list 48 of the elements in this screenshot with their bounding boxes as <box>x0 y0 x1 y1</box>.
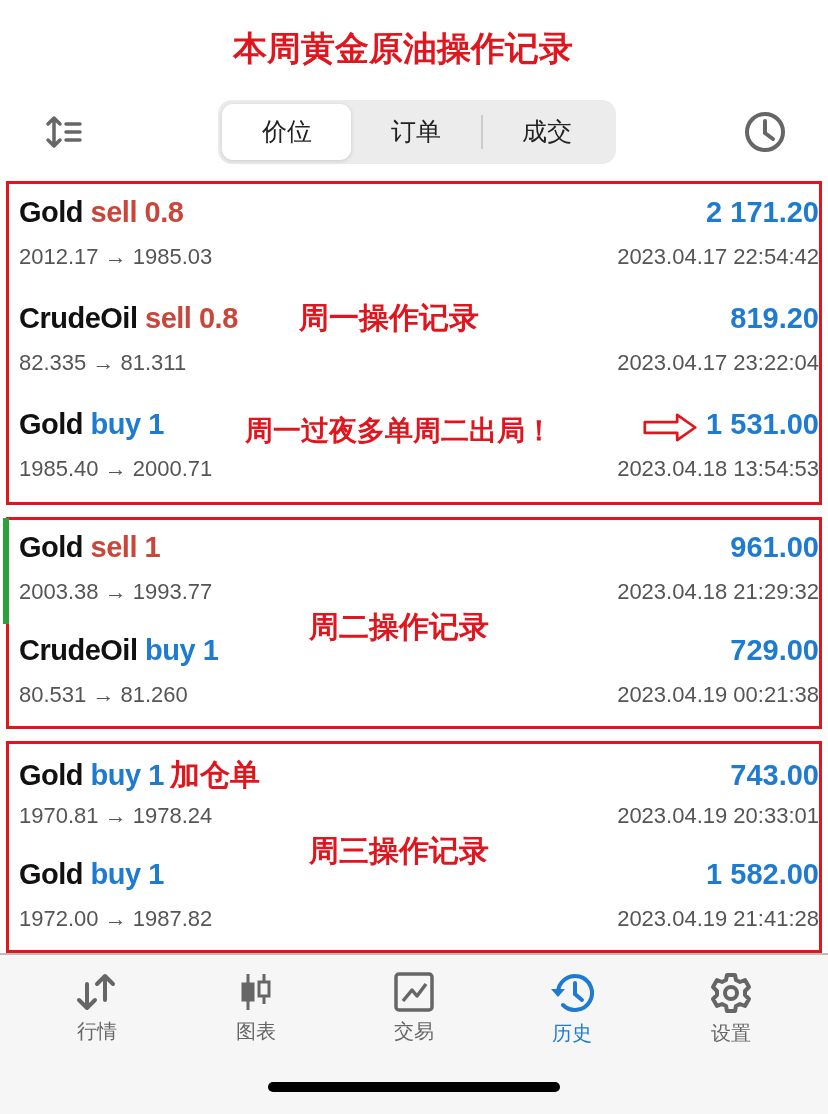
trade-title: Gold buy 1 <box>19 857 164 891</box>
nav-tab[interactable]: 图表 <box>200 971 311 1049</box>
annotation-text: 加仓单 <box>169 755 260 794</box>
profit-value: 1 531.00 <box>706 408 819 442</box>
page-title: 本周黄金原油操作记录 <box>231 27 574 70</box>
tab[interactable]: 价位 <box>222 103 352 160</box>
price-range: 2012.17 → 1985.03 <box>19 244 213 272</box>
price-range: 2003.38 → 1993.77 <box>19 578 213 606</box>
trade-time: 2023.04.18 13:54:53 <box>617 456 819 484</box>
annotation-text: 周二操作记录 <box>309 608 489 647</box>
trend-chart-icon <box>393 972 434 1013</box>
arrow-icon <box>643 412 697 444</box>
trade-time: 2023.04.19 00:21:38 <box>617 681 819 709</box>
price-range: 1985.40 → 2000.71 <box>19 456 213 484</box>
clock-icon[interactable] <box>744 110 786 153</box>
profit-value: 819.20 <box>730 302 819 336</box>
tab[interactable]: 成交 <box>482 103 612 160</box>
profit-value: 961.00 <box>730 530 819 564</box>
trade-title: Gold sell 0.8 <box>19 196 184 230</box>
annotation-text: 周一过夜多单周二出局！ <box>245 413 553 450</box>
profit-value: 1 582.00 <box>706 857 819 891</box>
profit-value: 2 171.20 <box>706 196 819 230</box>
trade-title: Gold sell 1 <box>19 530 161 564</box>
trade-title: Gold buy 1 <box>19 758 164 792</box>
nav-tab[interactable]: 历史 <box>517 971 628 1049</box>
price-range: 1970.81 → 1978.24 <box>19 802 213 830</box>
history-icon <box>550 972 595 1015</box>
trade-time: 2023.04.19 20:33:01 <box>617 802 819 830</box>
trade-title: Gold buy 1 <box>19 408 164 442</box>
trade-time: 2023.04.17 22:54:42 <box>617 244 819 272</box>
settings-icon <box>709 972 752 1015</box>
nav-tab[interactable]: 交易 <box>358 971 469 1049</box>
trade-time: 2023.04.19 21:41:28 <box>617 905 819 933</box>
profit-value: 729.00 <box>730 633 819 667</box>
trade-time: 2023.04.18 21:29:32 <box>617 578 819 606</box>
profit-value: 743.00 <box>730 758 819 792</box>
price-range: 82.335 → 81.311 <box>19 350 187 378</box>
nav-tab[interactable]: 设置 <box>675 971 786 1049</box>
annotation-text: 周三操作记录 <box>309 832 489 871</box>
price-range: 1972.00 → 1987.82 <box>19 905 213 933</box>
trade-title: CrudeOil sell 0.8 <box>19 302 238 336</box>
tab[interactable]: 订单 <box>351 103 481 160</box>
nav-tab[interactable]: 行情 <box>42 971 153 1049</box>
trade-title: CrudeOil buy 1 <box>19 633 219 667</box>
sort-icon[interactable] <box>44 114 82 149</box>
price-range: 80.531 → 81.260 <box>19 681 188 709</box>
annotation-text: 周一操作记录 <box>299 299 479 338</box>
trade-time: 2023.04.17 23:22:04 <box>617 350 819 378</box>
